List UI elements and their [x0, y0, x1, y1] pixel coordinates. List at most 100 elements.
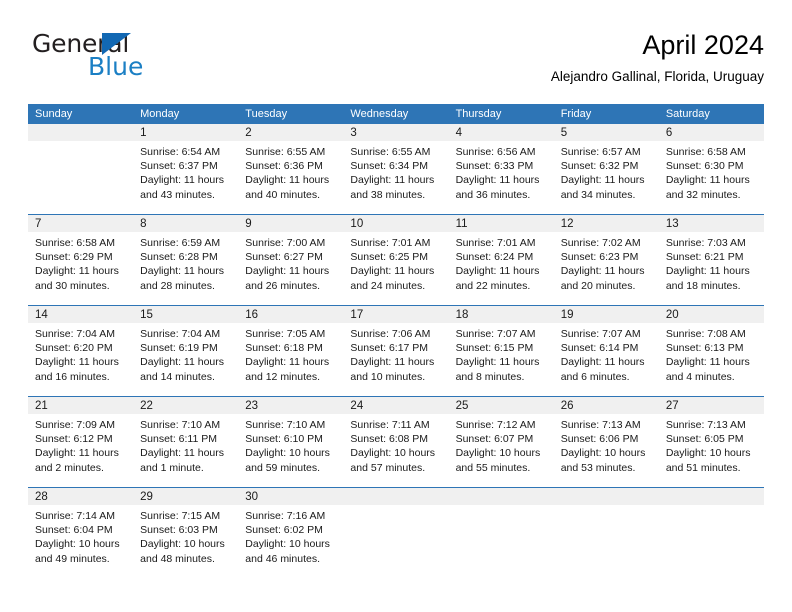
day-cell[interactable]: 6 Sunrise: 6:58 AM Sunset: 6:30 PM Daylight… [658, 124, 764, 214]
day-cell[interactable]: 8 Sunrise: 6:59 AM Sunset: 6:28 PM Daylight… [133, 215, 239, 305]
day-details: Sunrise: 7:12 AM Sunset: 6:07 PM Daylight:… [449, 414, 554, 475]
calendar-cell[interactable]: 19 Sunrise: 7:07 AM Sunset: 6:14 PM Dayligh… [553, 305, 659, 397]
general-blue-logo[interactable]: General Blue [28, 28, 228, 84]
calendar-cell[interactable] [553, 487, 659, 578]
calendar-cell[interactable]: 6 Sunrise: 6:58 AM Sunset: 6:30 PM Daylight… [658, 124, 764, 215]
day-details [28, 141, 133, 145]
day-cell[interactable]: 9 Sunrise: 7:00 AM Sunset: 6:27 PM Daylight… [238, 215, 344, 305]
calendar-cell[interactable]: 10 Sunrise: 7:01 AM Sunset: 6:25 PM Dayligh… [343, 214, 449, 306]
sunset-text: Sunset: 6:25 PM [350, 251, 429, 264]
sunset-text: Sunset: 6:21 PM [665, 251, 744, 264]
calendar-cell[interactable]: 27 Sunrise: 7:13 AM Sunset: 6:05 PM Dayligh… [658, 396, 764, 488]
sunrise-text: Sunrise: 6:56 AM [455, 146, 536, 158]
day-cell[interactable]: 2 Sunrise: 6:55 AM Sunset: 6:36 PM Daylight… [238, 124, 344, 214]
day-cell[interactable]: 23 Sunrise: 7:10 AM Sunset: 6:10 PM Dayligh… [238, 397, 344, 487]
day-cell[interactable]: 20 Sunrise: 7:08 AM Sunset: 6:13 PM Dayligh… [658, 306, 764, 396]
day-cell[interactable]: 30 Sunrise: 7:16 AM Sunset: 6:02 PM Dayligh… [238, 488, 344, 578]
day-cell[interactable]: 3 Sunrise: 6:55 AM Sunset: 6:34 PM Daylight… [343, 124, 449, 214]
calendar-cell[interactable]: 21 Sunrise: 7:09 AM Sunset: 6:12 PM Dayligh… [28, 396, 134, 488]
day-number: 29 [133, 488, 239, 505]
day-cell[interactable]: 24 Sunrise: 7:11 AM Sunset: 6:08 PM Dayligh… [343, 397, 449, 487]
day-cell[interactable]: 5 Sunrise: 6:57 AM Sunset: 6:32 PM Daylight… [553, 124, 659, 214]
day-cell[interactable]: 10 Sunrise: 7:01 AM Sunset: 6:25 PM Dayligh… [343, 215, 449, 305]
calendar-cell[interactable]: 23 Sunrise: 7:10 AM Sunset: 6:10 PM Dayligh… [238, 396, 344, 488]
day-cell[interactable]: 17 Sunrise: 7:06 AM Sunset: 6:17 PM Dayligh… [343, 306, 449, 396]
calendar-cell[interactable] [658, 487, 764, 578]
day-cell[interactable]: 18 Sunrise: 7:07 AM Sunset: 6:15 PM Dayligh… [448, 306, 554, 396]
calendar-cell[interactable]: 17 Sunrise: 7:06 AM Sunset: 6:17 PM Dayligh… [343, 305, 449, 397]
calendar-cell[interactable] [448, 487, 554, 578]
day-details: Sunrise: 7:09 AM Sunset: 6:12 PM Daylight:… [28, 414, 133, 475]
day-cell[interactable]: 4 Sunrise: 6:56 AM Sunset: 6:33 PM Daylight… [448, 124, 554, 214]
weekday-header-thursday: Thursday [448, 104, 554, 124]
sunrise-text: Sunrise: 7:01 AM [455, 237, 536, 249]
daylight-text-line2: and 32 minutes. [665, 188, 741, 201]
daylight-text-line2: and 51 minutes. [665, 461, 741, 474]
calendar-cell[interactable]: 26 Sunrise: 7:13 AM Sunset: 6:06 PM Dayligh… [553, 396, 659, 488]
weekday-header-friday: Friday [553, 104, 659, 124]
sunset-text: Sunset: 6:18 PM [245, 342, 323, 355]
daylight-text-line1: Daylight: 11 hours [245, 265, 330, 278]
day-cell[interactable]: 28 Sunrise: 7:14 AM Sunset: 6:04 PM Dayligh… [28, 488, 134, 578]
calendar-cell[interactable]: 2 Sunrise: 6:55 AM Sunset: 6:36 PM Daylight… [238, 124, 344, 215]
calendar-cell[interactable]: 1 Sunrise: 6:54 AM Sunset: 6:37 PM Daylight… [133, 124, 239, 215]
sunset-text: Sunset: 6:05 PM [665, 433, 744, 446]
daylight-text-line2: and 14 minutes. [140, 370, 215, 383]
day-details: Sunrise: 6:54 AM Sunset: 6:37 PM Daylight:… [133, 141, 238, 202]
day-cell[interactable]: 12 Sunrise: 7:02 AM Sunset: 6:23 PM Dayligh… [553, 215, 659, 305]
sunrise-text: Sunrise: 7:06 AM [350, 328, 431, 340]
calendar-cell[interactable]: 7 Sunrise: 6:58 AM Sunset: 6:29 PM Daylight… [28, 214, 134, 306]
daylight-text-line1: Daylight: 11 hours [665, 174, 750, 187]
calendar-cell[interactable] [28, 124, 134, 215]
calendar-cell[interactable]: 22 Sunrise: 7:10 AM Sunset: 6:11 PM Dayligh… [133, 396, 239, 488]
calendar-cell[interactable]: 14 Sunrise: 7:04 AM Sunset: 6:20 PM Dayligh… [28, 305, 134, 397]
day-cell[interactable]: 14 Sunrise: 7:04 AM Sunset: 6:20 PM Dayligh… [28, 306, 134, 396]
calendar-cell[interactable]: 29 Sunrise: 7:15 AM Sunset: 6:03 PM Dayligh… [133, 487, 239, 578]
day-cell[interactable]: 22 Sunrise: 7:10 AM Sunset: 6:11 PM Dayligh… [133, 397, 239, 487]
day-cell[interactable]: 19 Sunrise: 7:07 AM Sunset: 6:14 PM Dayligh… [553, 306, 659, 396]
day-cell[interactable]: 11 Sunrise: 7:01 AM Sunset: 6:24 PM Dayligh… [448, 215, 554, 305]
calendar-cell[interactable]: 18 Sunrise: 7:07 AM Sunset: 6:15 PM Dayligh… [448, 305, 554, 397]
day-cell[interactable]: 21 Sunrise: 7:09 AM Sunset: 6:12 PM Dayligh… [28, 397, 134, 487]
calendar-week-row: 28 Sunrise: 7:14 AM Sunset: 6:04 PM Dayligh… [28, 487, 764, 578]
day-number: 27 [658, 397, 764, 414]
day-details: Sunrise: 7:08 AM Sunset: 6:13 PM Daylight:… [659, 323, 764, 384]
day-cell[interactable]: 7 Sunrise: 6:58 AM Sunset: 6:29 PM Daylight… [28, 215, 134, 305]
calendar-cell[interactable]: 13 Sunrise: 7:03 AM Sunset: 6:21 PM Dayligh… [658, 214, 764, 306]
calendar-cell[interactable]: 4 Sunrise: 6:56 AM Sunset: 6:33 PM Daylight… [448, 124, 554, 215]
calendar-cell[interactable]: 28 Sunrise: 7:14 AM Sunset: 6:04 PM Dayligh… [28, 487, 134, 578]
calendar-cell[interactable]: 3 Sunrise: 6:55 AM Sunset: 6:34 PM Daylight… [343, 124, 449, 215]
day-cell[interactable]: 29 Sunrise: 7:15 AM Sunset: 6:03 PM Dayligh… [133, 488, 239, 578]
day-cell[interactable]: 1 Sunrise: 6:54 AM Sunset: 6:37 PM Daylight… [133, 124, 239, 214]
day-cell[interactable]: 13 Sunrise: 7:03 AM Sunset: 6:21 PM Dayligh… [658, 215, 764, 305]
calendar-cell[interactable]: 11 Sunrise: 7:01 AM Sunset: 6:24 PM Dayligh… [448, 214, 554, 306]
calendar-cell[interactable]: 8 Sunrise: 6:59 AM Sunset: 6:28 PM Daylight… [133, 214, 239, 306]
day-cell[interactable]: 15 Sunrise: 7:04 AM Sunset: 6:19 PM Dayligh… [133, 306, 239, 396]
calendar-cell[interactable]: 15 Sunrise: 7:04 AM Sunset: 6:19 PM Dayligh… [133, 305, 239, 397]
day-number: 11 [448, 215, 554, 232]
daylight-text-line2: and 2 minutes. [35, 461, 104, 474]
sunrise-text: Sunrise: 7:07 AM [560, 328, 641, 340]
calendar-cell[interactable]: 24 Sunrise: 7:11 AM Sunset: 6:08 PM Dayligh… [343, 396, 449, 488]
day-cell[interactable]: 16 Sunrise: 7:05 AM Sunset: 6:18 PM Dayligh… [238, 306, 344, 396]
calendar-cell[interactable]: 30 Sunrise: 7:16 AM Sunset: 6:02 PM Dayligh… [238, 487, 344, 578]
day-cell[interactable]: 25 Sunrise: 7:12 AM Sunset: 6:07 PM Dayligh… [448, 397, 554, 487]
calendar-cell[interactable]: 12 Sunrise: 7:02 AM Sunset: 6:23 PM Dayligh… [553, 214, 659, 306]
sunset-text: Sunset: 6:08 PM [350, 433, 429, 446]
sunset-text: Sunset: 6:36 PM [245, 160, 323, 173]
day-details [554, 505, 659, 509]
calendar-cell[interactable] [343, 487, 449, 578]
day-number: 2 [238, 124, 344, 141]
calendar-cell[interactable]: 16 Sunrise: 7:05 AM Sunset: 6:18 PM Dayligh… [238, 305, 344, 397]
day-cell[interactable]: 27 Sunrise: 7:13 AM Sunset: 6:05 PM Dayligh… [658, 397, 764, 487]
calendar-cell[interactable]: 20 Sunrise: 7:08 AM Sunset: 6:13 PM Dayligh… [658, 305, 764, 397]
sunrise-text: Sunrise: 7:16 AM [245, 510, 326, 522]
calendar-cell[interactable]: 25 Sunrise: 7:12 AM Sunset: 6:07 PM Dayligh… [448, 396, 554, 488]
calendar-cell[interactable]: 5 Sunrise: 6:57 AM Sunset: 6:32 PM Daylight… [553, 124, 659, 215]
day-details [659, 505, 764, 509]
calendar-cell[interactable]: 9 Sunrise: 7:00 AM Sunset: 6:27 PM Daylight… [238, 214, 344, 306]
sunset-text: Sunset: 6:20 PM [35, 342, 113, 355]
day-cell[interactable]: 26 Sunrise: 7:13 AM Sunset: 6:06 PM Dayligh… [553, 397, 659, 487]
daylight-text-line2: and 48 minutes. [140, 552, 215, 565]
sunset-text: Sunset: 6:34 PM [350, 160, 429, 173]
